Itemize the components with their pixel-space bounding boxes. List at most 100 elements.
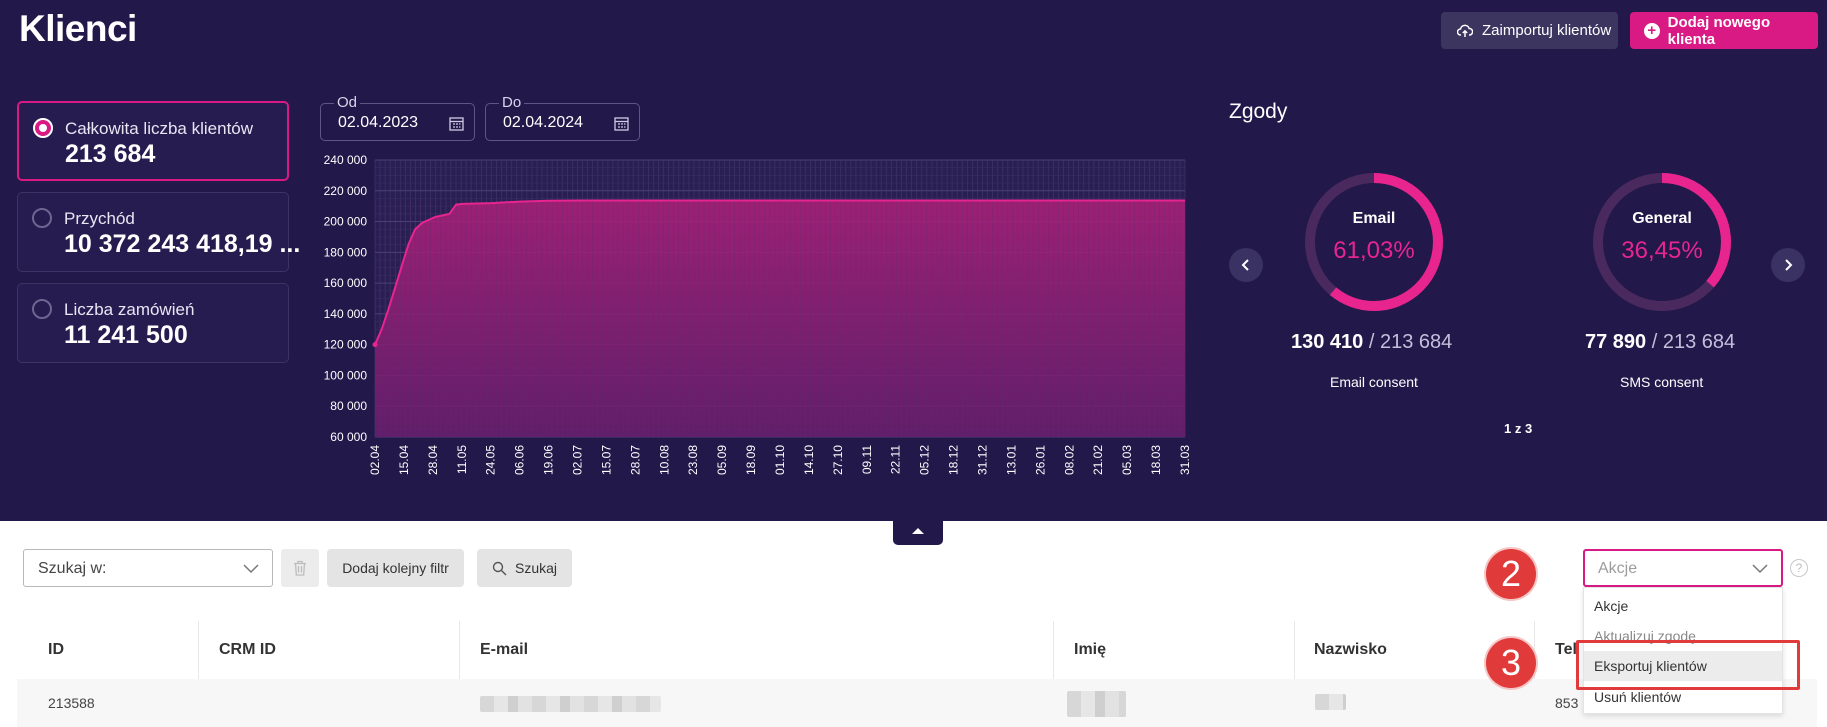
radio-icon	[32, 299, 52, 319]
x-tick-label: 24.05	[484, 445, 498, 475]
stat-revenue[interactable]: Przychód 10 372 243 418,19 ...	[17, 192, 300, 272]
step-badge-3: 3	[1486, 638, 1536, 688]
stat-value: 213 684	[65, 140, 156, 168]
calendar-icon[interactable]	[614, 116, 629, 131]
consent-count-value: 77 890	[1585, 331, 1647, 353]
x-tick-label: 13.01	[1004, 445, 1018, 475]
calendar-icon[interactable]	[449, 116, 464, 131]
actions-option-default[interactable]: Akcje	[1584, 591, 1782, 621]
delete-filter-button[interactable]	[281, 549, 319, 587]
x-tick-label: 19.06	[542, 445, 556, 475]
column-header-first-name[interactable]: Imię	[1074, 621, 1106, 679]
import-clients-button[interactable]: Zaimportuj klientów	[1441, 12, 1618, 49]
stat-total-clients[interactable]: Całkowita liczba klientów 213 684	[17, 101, 289, 181]
search-in-label: Szukaj w:	[38, 560, 107, 577]
page-title: Klienci	[19, 8, 137, 49]
y-tick-label: 140 000	[324, 307, 368, 321]
add-client-button[interactable]: + Dodaj nowego klienta	[1630, 12, 1818, 49]
actions-placeholder: Akcje	[1598, 560, 1638, 577]
x-tick-label: 18.12	[947, 445, 961, 475]
consent-percent: 61,03%	[1333, 237, 1415, 264]
step-badge-2: 2	[1486, 549, 1536, 599]
consent-caption: Email consent	[1330, 374, 1418, 390]
x-tick-label: 08.02	[1062, 445, 1076, 475]
chevron-right-icon	[1785, 259, 1793, 271]
y-tick-label: 80 000	[330, 399, 367, 413]
chevron-down-icon	[243, 564, 259, 574]
consent-count-total: / 213 684	[1651, 331, 1736, 353]
highlight-box	[1576, 640, 1800, 690]
consent-name: Email	[1352, 210, 1396, 227]
x-tick-label: 23.08	[686, 445, 700, 475]
x-tick-label: 31.12	[976, 445, 990, 475]
date-from-label: Od	[334, 94, 361, 111]
trash-icon	[294, 560, 306, 576]
prev-consent-button[interactable]	[1229, 248, 1263, 282]
radio-icon	[32, 208, 52, 228]
x-tick-label: 31.03	[1178, 445, 1192, 475]
next-consent-button[interactable]	[1771, 248, 1805, 282]
stat-label: Przychód	[64, 209, 135, 228]
x-tick-label: 14.10	[802, 445, 816, 475]
cell-first-name-redacted	[1067, 691, 1126, 717]
collapse-panel-button[interactable]	[893, 517, 943, 545]
date-from-field[interactable]: Od 02.04.2023	[320, 94, 475, 141]
caret-up-icon	[912, 528, 924, 534]
x-tick-label: 28.04	[426, 445, 440, 475]
cell-last-name-redacted	[1315, 694, 1346, 710]
add-filter-button[interactable]: Dodaj kolejny filtr	[327, 549, 464, 587]
x-tick-label: 18.09	[744, 445, 758, 475]
x-tick-label: 18.03	[1149, 445, 1163, 475]
x-tick-label: 01.10	[773, 445, 787, 475]
chevron-down-icon	[1752, 564, 1768, 574]
x-tick-label: 05.09	[715, 445, 729, 475]
y-tick-label: 100 000	[324, 368, 368, 382]
cloud-upload-icon	[1457, 24, 1473, 37]
consent-percent: 36,45%	[1621, 237, 1703, 264]
help-icon[interactable]: ?	[1790, 559, 1808, 577]
consent-general-gauge: General 36,45%	[1588, 168, 1736, 316]
x-tick-label: 02.04	[368, 445, 382, 475]
column-header-id[interactable]: ID	[48, 621, 64, 679]
y-tick-label: 120 000	[324, 338, 368, 352]
y-tick-label: 220 000	[324, 184, 368, 198]
search-in-select[interactable]: Szukaj w:	[23, 549, 273, 587]
consent-count-value: 130 410	[1291, 331, 1364, 353]
date-to-value: 02.04.2024	[503, 114, 584, 131]
column-header-last-name[interactable]: Nazwisko	[1314, 621, 1387, 679]
consents-title: Zgody	[1229, 100, 1288, 123]
add-filter-label: Dodaj kolejny filtr	[342, 560, 449, 576]
clients-area-chart: 240 000 220 000 200 000 180 000 160 000 140 0…	[324, 155, 1192, 475]
x-tick-label: 02.07	[571, 445, 585, 475]
import-clients-label: Zaimportuj klientów	[1482, 22, 1612, 39]
column-header-phone[interactable]: Tel	[1555, 621, 1577, 679]
series-point	[372, 342, 378, 348]
x-tick-label: 21.02	[1091, 445, 1105, 475]
summary-panel: Klienci Zaimportuj klientów + Dodaj nowe…	[0, 0, 1827, 521]
column-header-email[interactable]: E-mail	[480, 621, 528, 679]
column-header-crm-id[interactable]: CRM ID	[219, 621, 276, 679]
consent-count-total: / 213 684	[1368, 331, 1453, 353]
x-tick-label: 09.11	[860, 445, 874, 474]
x-tick-label: 05.03	[1120, 445, 1134, 475]
plus-icon: +	[1644, 22, 1660, 39]
stat-value: 10 372 243 418,19 ...	[64, 230, 301, 258]
x-tick-label: 15.04	[397, 445, 411, 475]
x-tick-label: 27.10	[831, 445, 845, 475]
table-header: ID CRM ID E-mail Imię Nazwisko Tel	[17, 621, 1817, 727]
stat-orders[interactable]: Liczba zamówień 11 241 500	[17, 283, 289, 363]
x-tick-label: 10.08	[657, 445, 671, 475]
y-tick-label: 160 000	[324, 276, 368, 290]
stat-label: Liczba zamówień	[64, 300, 195, 319]
table-row[interactable]: 213588 853	[17, 679, 1817, 727]
actions-select[interactable]: Akcje	[1583, 549, 1783, 587]
x-tick-label: 15.07	[599, 445, 613, 475]
search-button[interactable]: Szukaj	[477, 549, 572, 587]
consent-pager: 1 z 3	[1504, 421, 1533, 436]
date-to-field[interactable]: Do 02.04.2024	[485, 94, 640, 141]
x-tick-label: 05.12	[918, 445, 932, 475]
chevron-left-icon	[1241, 259, 1249, 271]
search-icon	[492, 561, 507, 575]
date-to-label: Do	[499, 94, 525, 111]
cell-id: 213588	[48, 695, 95, 711]
